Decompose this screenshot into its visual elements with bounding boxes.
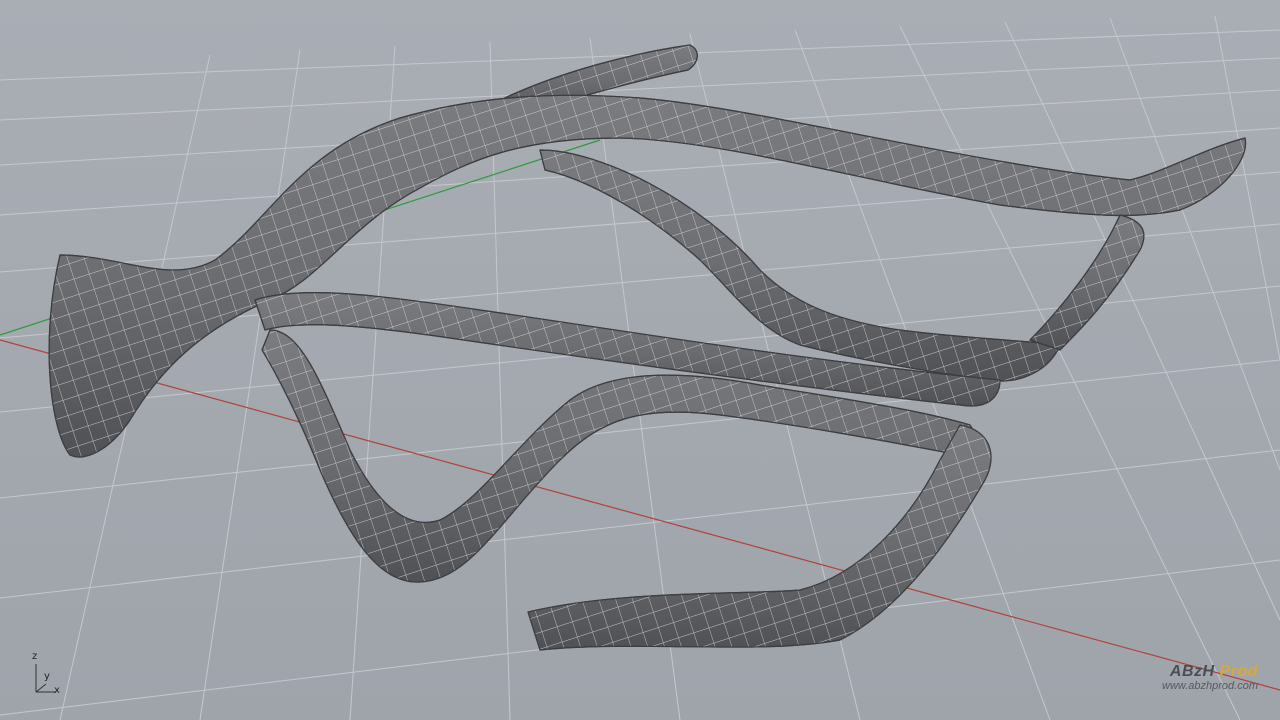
axis-y-label: y xyxy=(44,671,50,682)
viewport-scene[interactable] xyxy=(0,0,1280,720)
axis-gizmo: z y x xyxy=(24,652,68,700)
watermark-url: www.abzhprod.com xyxy=(1162,680,1258,692)
3d-model-frame xyxy=(48,44,1247,651)
3d-viewport[interactable]: z y x ABzH Prod www.abzhprod.com xyxy=(0,0,1280,720)
watermark: ABzH Prod www.abzhprod.com xyxy=(1162,664,1258,693)
watermark-brand: ABzH Prod xyxy=(1162,664,1258,680)
axis-z-label: z xyxy=(32,651,38,662)
watermark-brand-part1: ABzH xyxy=(1169,663,1215,680)
watermark-brand-part2: Prod xyxy=(1219,663,1258,680)
axis-x-label: x xyxy=(54,685,60,696)
